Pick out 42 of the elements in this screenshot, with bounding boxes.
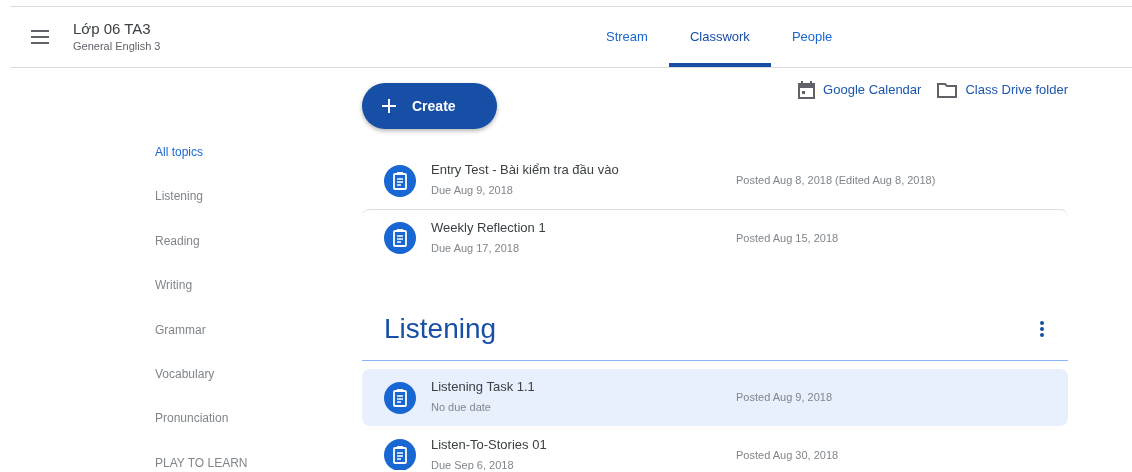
tab[interactable]: Classwork (668, 7, 771, 67)
assignment-title: Weekly Reflection 1 (431, 219, 547, 236)
assignment-row[interactable]: Listening Task 1.1 No due date Posted Aug 9, 2018 (362, 369, 1068, 426)
topic-link[interactable]: Writing (155, 278, 193, 323)
assignment-row[interactable]: Weekly Reflection 1 Due Aug 17, 2018 Posted Aug 15, 2018 (362, 209, 1068, 266)
topic-link[interactable]: Reading (155, 233, 200, 279)
tab[interactable]: People (770, 7, 854, 67)
assignment-icon (384, 164, 416, 197)
more-icon (1040, 321, 1044, 337)
class-title: Lớp 06 TA3 (73, 19, 152, 38)
more-button[interactable] (1040, 321, 1044, 337)
topic-link[interactable]: Pronunciation (155, 411, 229, 456)
due-date: Due Aug 17, 2018 (431, 240, 521, 256)
due-date: No due date (431, 400, 492, 416)
assignment-title: Listen-To-Stories 01 (431, 436, 548, 453)
posted-date: Posted Aug 30, 2018 (736, 448, 839, 461)
posted-date: Posted Aug 15, 2018 (736, 231, 839, 244)
posted-date: Posted Aug 8, 2018 (Edited Aug 8, 2018) (736, 174, 936, 186)
assignment-title: Listening Task 1.1 (431, 379, 536, 396)
menu-button[interactable] (31, 30, 49, 44)
due-date: Due Aug 9, 2018 (431, 183, 514, 199)
folder-icon (937, 81, 958, 98)
assignment-icon (384, 222, 416, 254)
class-subtitle: General English 3 (73, 38, 161, 54)
topic-link[interactable]: PLAY TO LEARN (155, 455, 248, 470)
topic-link[interactable]: All topics (155, 145, 204, 190)
plus-icon (382, 99, 396, 113)
assignment-title: Entry Test - Bài kiểm tra đầu vào (431, 162, 620, 179)
assignment-icon (384, 439, 416, 470)
create-button[interactable]: Create (362, 83, 497, 129)
assignment-row[interactable]: Entry Test - Bài kiểm tra đầu vào Due Aug 9, 2018 Posted Aug 8, 2018 (Edited Aug 8, 2018) (362, 152, 1068, 209)
topic-link[interactable]: Vocabulary (155, 366, 215, 412)
topic-link[interactable]: Grammar (155, 322, 206, 367)
link-button[interactable]: Class Drive folder (937, 80, 1068, 100)
posted-date: Posted Aug 9, 2018 (736, 391, 833, 403)
topic-link[interactable]: Listening (155, 189, 204, 234)
assignment-icon (384, 381, 416, 414)
tab[interactable]: Stream (585, 7, 669, 67)
calendar-icon (798, 80, 816, 99)
menu-icon (31, 30, 49, 44)
link-button[interactable]: Google Calendar (798, 80, 922, 100)
section-title: Listening (384, 312, 497, 346)
